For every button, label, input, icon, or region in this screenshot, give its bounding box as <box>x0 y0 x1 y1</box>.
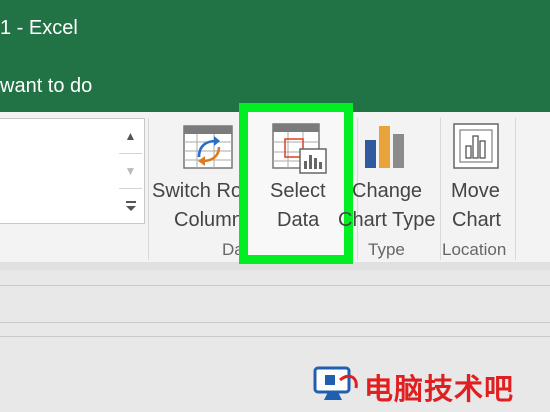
group-separator <box>515 118 516 260</box>
tell-me-input[interactable]: want to do <box>0 75 92 98</box>
monitor-logo-icon <box>313 366 358 400</box>
group-label-location: Location <box>442 240 507 259</box>
switch-row-column-label-2: Column <box>174 209 243 231</box>
move-chart-label-2: Chart <box>452 209 501 231</box>
change-chart-type-label-2: Chart Type <box>338 209 436 231</box>
watermark-text: 电脑技术吧 <box>364 374 515 406</box>
divider <box>0 285 550 286</box>
divider <box>0 322 550 323</box>
divider <box>0 336 550 337</box>
select-data-icon <box>272 123 327 174</box>
gallery-scroll: ▲ ▼ <box>116 118 145 224</box>
group-separator <box>148 118 149 260</box>
group-separator <box>440 118 441 260</box>
move-chart-icon <box>453 123 499 169</box>
select-data-label-1: Select <box>270 180 326 202</box>
move-chart-label-1: Move <box>451 180 500 202</box>
switch-row-column-icon <box>183 125 233 169</box>
select-data-label-2: Data <box>277 209 320 231</box>
gallery-scroll-down-button[interactable]: ▼ <box>116 153 145 188</box>
title-bar <box>0 0 550 60</box>
gallery-scroll-up-button[interactable]: ▲ <box>116 118 145 153</box>
more-icon <box>125 200 136 211</box>
gallery-more-button[interactable] <box>116 188 145 223</box>
group-label-type: Type <box>368 240 405 259</box>
watermark: 电脑技术吧 <box>312 362 550 406</box>
change-chart-type-label-1: Change <box>352 180 423 202</box>
window-title: 1 - Excel <box>0 17 78 39</box>
change-chart-type-icon <box>365 126 404 168</box>
